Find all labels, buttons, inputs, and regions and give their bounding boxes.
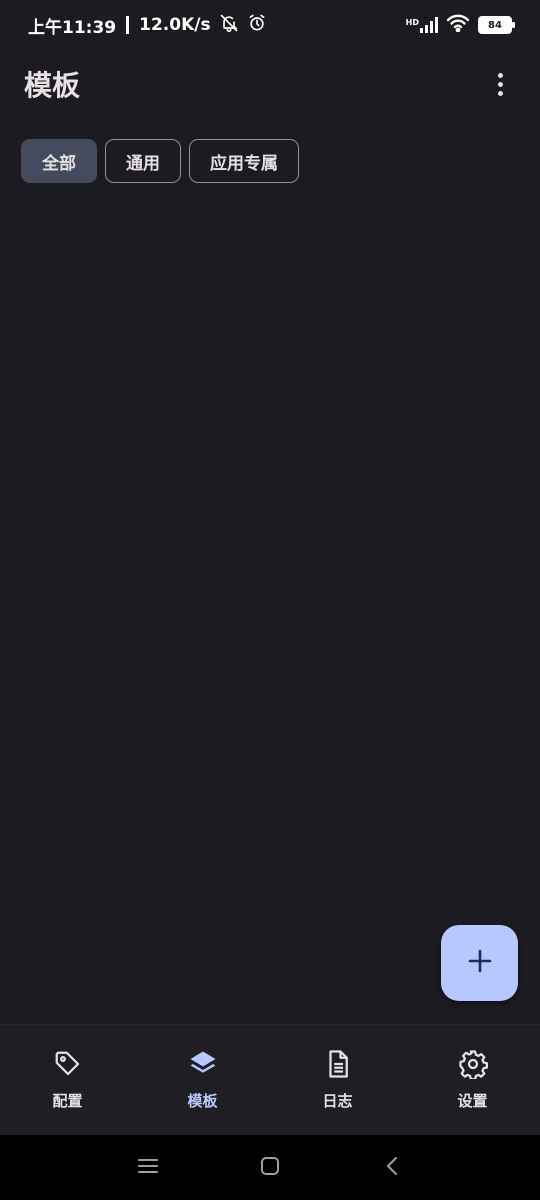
- cellular-signal-icon: HD: [406, 17, 438, 33]
- wifi-icon: [446, 14, 470, 37]
- chip-app-specific[interactable]: 应用专属: [189, 139, 299, 183]
- recents-button[interactable]: [133, 1153, 163, 1183]
- status-left: 上午11:39 12.0K/s: [28, 13, 267, 38]
- chip-general[interactable]: 通用: [105, 139, 181, 183]
- battery-level: 84: [488, 19, 502, 31]
- chevron-left-icon: [385, 1156, 399, 1180]
- status-net-speed: 12.0K/s: [139, 15, 211, 35]
- gear-icon: [456, 1047, 490, 1081]
- nav-item-logs[interactable]: 日志: [270, 1025, 405, 1136]
- chip-label: 全部: [42, 153, 76, 174]
- add-template-button[interactable]: [441, 925, 518, 1001]
- more-vert-icon-dot: [497, 81, 503, 87]
- tag-icon: [51, 1047, 85, 1081]
- top-app-bar: 模板: [0, 56, 540, 112]
- mute-bell-icon: [219, 13, 239, 38]
- layers-icon: [186, 1047, 220, 1081]
- back-button[interactable]: [377, 1153, 407, 1183]
- nav-item-templates[interactable]: 模板: [135, 1025, 270, 1136]
- nav-item-config[interactable]: 配置: [0, 1025, 135, 1136]
- square-icon: [260, 1156, 280, 1180]
- more-vert-icon-dot: [497, 90, 503, 96]
- document-icon: [321, 1047, 355, 1081]
- battery-icon: 84: [478, 16, 515, 34]
- filter-chips: 全部 通用 应用专属: [21, 139, 299, 183]
- status-separator: [126, 16, 130, 34]
- nav-label: 设置: [457, 1092, 488, 1110]
- add-icon: [467, 948, 493, 978]
- status-bar: 上午11:39 12.0K/s HD 84: [0, 0, 540, 50]
- nav-label: 日志: [322, 1092, 353, 1110]
- nav-item-settings[interactable]: 设置: [405, 1025, 540, 1136]
- menu-icon: [137, 1157, 159, 1179]
- status-right: HD 84: [406, 14, 515, 37]
- chip-all[interactable]: 全部: [21, 139, 97, 183]
- more-options-button[interactable]: [484, 64, 516, 104]
- nav-label: 模板: [187, 1092, 218, 1110]
- more-vert-icon: [497, 72, 503, 78]
- home-button[interactable]: [255, 1153, 285, 1183]
- alarm-icon: [247, 13, 267, 38]
- hd-label: HD: [405, 18, 419, 27]
- chip-label: 应用专属: [210, 153, 278, 174]
- system-navigation-bar: [0, 1135, 540, 1200]
- chip-label: 通用: [126, 153, 160, 174]
- bottom-navigation: 配置 模板 日志 设置: [0, 1024, 540, 1136]
- status-time: 上午11:39: [28, 17, 117, 38]
- page-title: 模板: [24, 69, 81, 102]
- nav-label: 配置: [52, 1092, 83, 1110]
- screen: 上午11:39 12.0K/s HD 84 模板 全部 通用 应用专属 配置 模…: [0, 0, 540, 1200]
